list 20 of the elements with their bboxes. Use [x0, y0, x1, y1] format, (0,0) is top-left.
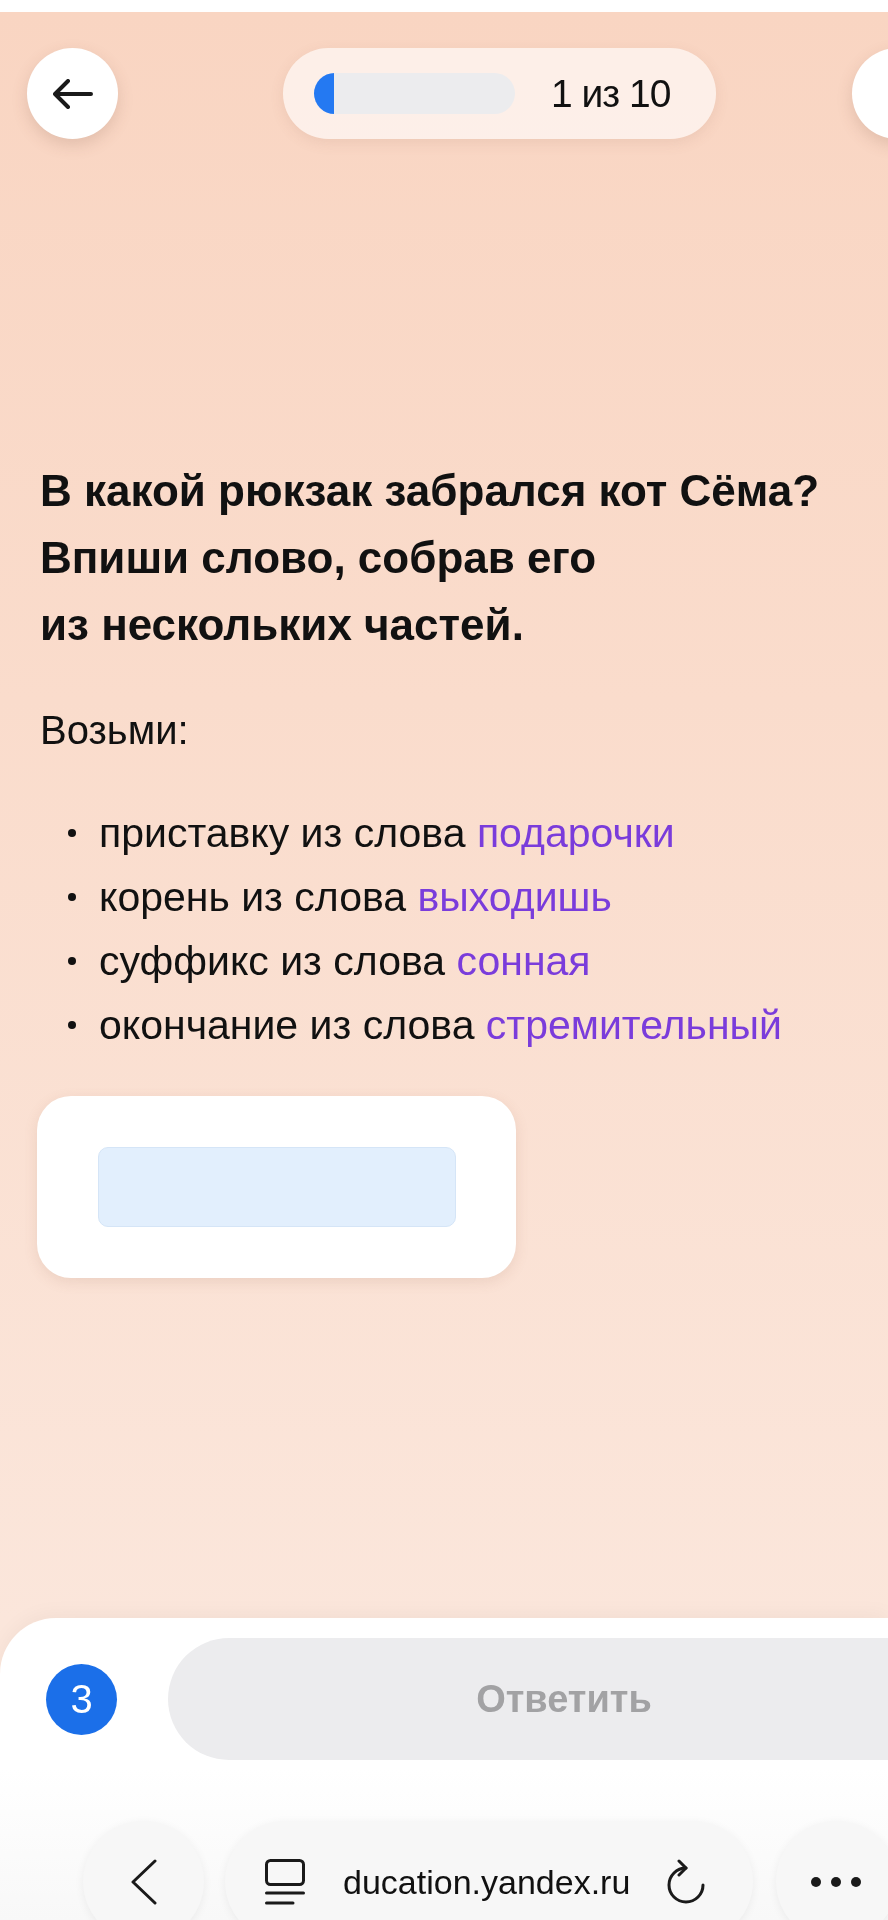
list-item-text: суффикс из слова сонная	[99, 937, 591, 986]
bullet-icon	[68, 957, 76, 965]
refresh-icon	[666, 1858, 707, 1905]
list-item-text: корень из слова выходишь	[99, 873, 612, 922]
bullet-icon	[68, 829, 76, 837]
counter-badge: 3	[46, 1663, 117, 1735]
question-text: В какой рюкзак забрался кот Сёма? Впиши слово, собрав его из нескольких частей.	[40, 465, 820, 651]
instruction-text: Возьми:	[40, 707, 189, 754]
url-text: ducation.yandex.ru	[343, 1864, 631, 1899]
bullet-icon	[68, 893, 76, 901]
chevron-left-icon	[130, 1858, 157, 1905]
list-item-text: приставку из слова подарочки	[99, 809, 675, 858]
more-icon	[811, 1876, 861, 1887]
address-bar[interactable]: ducation.yandex.ru	[225, 1821, 753, 1920]
bullet-icon	[68, 1021, 76, 1029]
progress-label: 1 из 10	[551, 74, 671, 113]
input-field[interactable]	[98, 1147, 456, 1227]
list-item-text: окончание из слова стремительный	[99, 1001, 782, 1050]
reader-icon	[265, 1858, 305, 1905]
back-arrow-icon	[52, 78, 93, 109]
